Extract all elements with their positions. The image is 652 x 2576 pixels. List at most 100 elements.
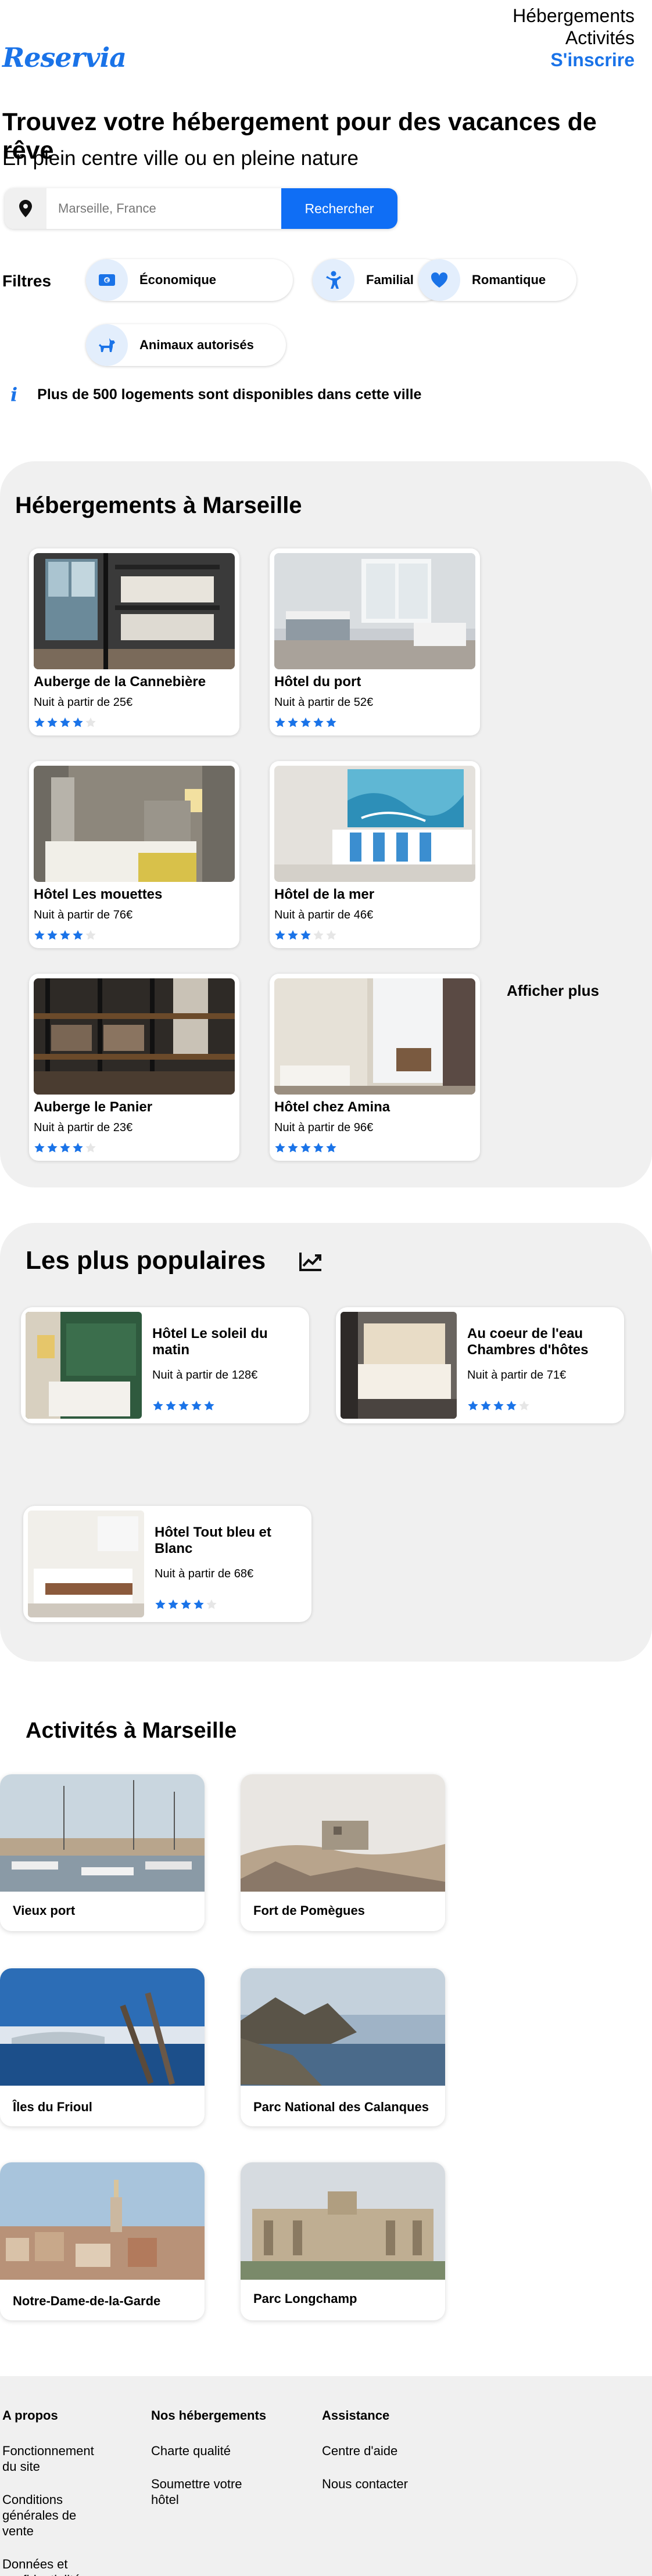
hotel-price: Nuit à partir de 96€	[274, 1121, 374, 1134]
activities-title: Activités à Marseille	[26, 1718, 237, 1743]
hotel-photo	[274, 978, 475, 1095]
hotel-name: Hôtel Le soleil du matin	[152, 1326, 268, 1358]
star-filled-icon	[288, 930, 298, 940]
activity-card[interactable]: Notre-Dame-de-la-Garde	[0, 2162, 205, 2320]
filter-romantique[interactable]: Romantique	[418, 259, 576, 301]
nav-link-hebergements[interactable]: Hébergements	[513, 5, 635, 27]
popular-card[interactable]: Hôtel Tout bleu et Blanc Nuit à partir d…	[23, 1506, 311, 1622]
star-filled-icon	[60, 717, 70, 727]
footer-link[interactable]: Données et confidentialité	[2, 2556, 107, 2576]
search-input[interactable]	[46, 188, 281, 229]
filters-label: Filtres	[2, 272, 52, 290]
filter-animaux[interactable]: Animaux autorisés	[86, 324, 286, 366]
activity-card[interactable]: Parc Longchamp	[241, 2162, 445, 2320]
star-filled-icon	[47, 930, 58, 940]
hotel-card[interactable]: Auberge le Panier Nuit à partir de 23€	[29, 974, 239, 1161]
star-empty-icon	[85, 1143, 96, 1153]
star-filled-icon	[275, 930, 285, 940]
activity-photo	[241, 1968, 445, 2086]
popular-card[interactable]: Au coeur de l'eau Chambres d'hôtes Nuit …	[336, 1307, 624, 1423]
money-icon: €	[86, 259, 128, 301]
star-filled-icon	[288, 717, 298, 727]
star-filled-icon	[313, 717, 324, 727]
hotel-photo	[341, 1312, 457, 1419]
info-message: i Plus de 500 logements sont disponibles…	[10, 383, 421, 406]
hotel-card[interactable]: Hôtel Les mouettes Nuit à partir de 76€	[29, 761, 239, 948]
activity-name: Vieux port	[13, 1903, 76, 1918]
activity-photo	[241, 2162, 445, 2280]
star-filled-icon	[73, 1143, 83, 1153]
hotel-photo	[274, 553, 475, 669]
star-filled-icon	[288, 1143, 298, 1153]
accommodations-title: Hébergements à Marseille	[15, 493, 302, 518]
hotel-card[interactable]: Hôtel chez Amina Nuit à partir de 96€	[270, 974, 480, 1161]
info-icon: i	[10, 383, 18, 406]
activity-photo	[0, 1774, 205, 1892]
activity-photo	[241, 1774, 445, 1892]
rating-stars	[274, 717, 337, 729]
hotel-name: Hôtel chez Amina	[274, 1099, 391, 1115]
star-filled-icon	[155, 1599, 166, 1609]
star-filled-icon	[326, 717, 336, 727]
footer-link[interactable]: Charte qualité	[151, 2443, 267, 2459]
star-filled-icon	[166, 1401, 176, 1411]
star-filled-icon	[468, 1401, 478, 1411]
trending-up-icon	[299, 1251, 323, 1275]
search-button[interactable]: Rechercher	[281, 188, 397, 229]
logo[interactable]: Reservia	[2, 42, 127, 73]
star-filled-icon	[275, 1143, 285, 1153]
footer-link[interactable]: Soumettre votre hôtel	[151, 2476, 267, 2507]
rating-stars	[34, 717, 96, 729]
footer-heading: Nos hébergements	[151, 2408, 267, 2423]
nav-link-sinscrire[interactable]: S'inscrire	[513, 49, 635, 71]
filter-label: Familial	[366, 272, 414, 287]
location-pin-icon	[5, 188, 46, 229]
info-text: Plus de 500 logements sont disponibles d…	[37, 386, 422, 403]
rating-stars	[274, 930, 337, 941]
star-filled-icon	[300, 930, 311, 940]
star-empty-icon	[313, 930, 324, 940]
activity-card[interactable]: Îles du Frioul	[0, 1968, 205, 2126]
star-filled-icon	[191, 1401, 202, 1411]
star-empty-icon	[206, 1599, 217, 1609]
hotel-price: Nuit à partir de 128€	[152, 1369, 258, 1382]
star-filled-icon	[300, 717, 311, 727]
footer-link[interactable]: Fonctionnement du site	[2, 2443, 107, 2474]
hotel-photo	[274, 766, 475, 882]
footer-link[interactable]: Conditions générales de vente	[2, 2492, 107, 2539]
filter-label: Animaux autorisés	[139, 338, 254, 352]
heart-icon	[418, 259, 460, 301]
filter-economique[interactable]: € Économique	[86, 259, 293, 301]
star-filled-icon	[313, 1143, 324, 1153]
hotel-price: Nuit à partir de 52€	[274, 696, 374, 709]
activity-card[interactable]: Fort de Pomègues	[241, 1774, 445, 1931]
activity-name: Notre-Dame-de-la-Garde	[13, 2294, 161, 2308]
footer-column-about: A propos Fonctionnement du site Conditio…	[2, 2408, 107, 2576]
hotel-price: Nuit à partir de 71€	[467, 1369, 567, 1382]
nav-link-activites[interactable]: Activités	[513, 27, 635, 49]
footer-link[interactable]: Centre d'aide	[322, 2443, 461, 2459]
hotel-card[interactable]: Hôtel du port Nuit à partir de 52€	[270, 548, 480, 736]
hotel-name: Au coeur de l'eau Chambres d'hôtes	[467, 1326, 589, 1358]
hotel-card[interactable]: Auberge de la Cannebière Nuit à partir d…	[29, 548, 239, 736]
footer: A propos Fonctionnement du site Conditio…	[0, 2376, 652, 2576]
star-filled-icon	[493, 1401, 504, 1411]
footer-link[interactable]: Nous contacter	[322, 2476, 461, 2492]
star-filled-icon	[34, 717, 45, 727]
filter-label: Romantique	[472, 272, 546, 287]
child-icon	[313, 259, 354, 301]
activity-card[interactable]: Parc National des Calanques	[241, 1968, 445, 2126]
hotel-photo	[26, 1312, 142, 1419]
top-nav: Hébergements Activités S'inscrire	[513, 5, 635, 71]
activity-name: Parc Longchamp	[253, 2291, 357, 2306]
hotel-card[interactable]: Hôtel de la mer Nuit à partir de 46€	[270, 761, 480, 948]
star-filled-icon	[481, 1401, 491, 1411]
star-filled-icon	[181, 1599, 191, 1609]
show-more-link[interactable]: Afficher plus	[507, 982, 599, 1000]
activity-card[interactable]: Vieux port	[0, 1774, 205, 1931]
hotel-name: Auberge le Panier	[34, 1099, 153, 1115]
star-empty-icon	[85, 717, 96, 727]
popular-card[interactable]: Hôtel Le soleil du matin Nuit à partir d…	[21, 1307, 309, 1423]
activity-photo	[0, 1968, 205, 2086]
rating-stars	[34, 1142, 96, 1154]
